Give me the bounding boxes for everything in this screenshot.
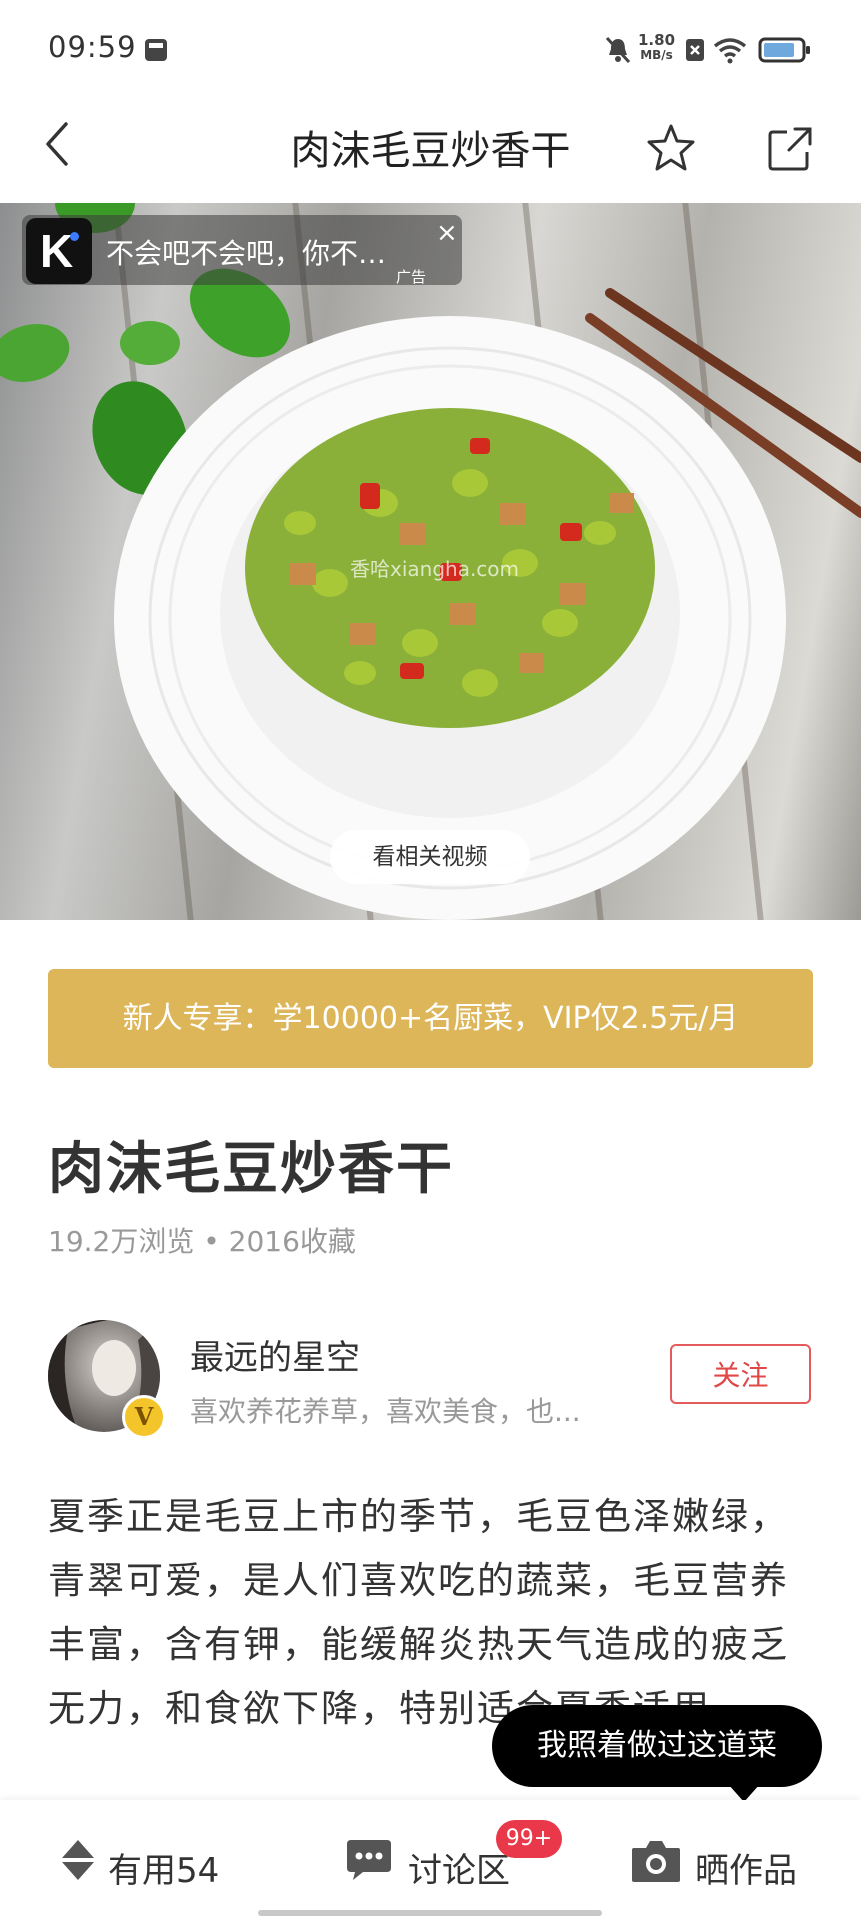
net-speed-unit: MB/s — [640, 48, 673, 62]
ad-text[interactable]: 不会吧不会吧，你不… — [106, 232, 386, 272]
recipe-stats: 19.2万浏览 • 2016收藏 — [48, 1225, 356, 1258]
made-it-tooltip[interactable]: 我照着做过这道菜 — [492, 1705, 822, 1787]
chevron-left-icon[interactable] — [38, 118, 78, 170]
showcase-button[interactable]: 晒作品 — [695, 1843, 797, 1892]
sim-card-icon — [145, 39, 167, 61]
ad-logo-dot — [70, 232, 79, 241]
ad-label: 广告 — [396, 268, 427, 286]
author-bio: 喜欢养花养草，喜欢美食，也... — [190, 1395, 581, 1428]
related-video-button[interactable]: 看相关视频 — [330, 830, 530, 884]
chat-bubble-icon[interactable] — [345, 1838, 393, 1882]
useful-button[interactable]: 有用54 — [108, 1843, 219, 1892]
discussion-count-badge: 99+ — [496, 1820, 562, 1858]
home-indicator[interactable] — [258, 1910, 602, 1916]
follow-button[interactable]: 关注 — [670, 1344, 811, 1404]
wifi-icon — [713, 38, 747, 64]
verified-badge: V — [122, 1395, 166, 1439]
no-sim-icon — [686, 39, 704, 61]
image-watermark: 香哈xiangha.com — [350, 557, 520, 581]
ad-close-icon[interactable]: × — [436, 218, 458, 248]
discussion-button[interactable]: 讨论区 — [408, 1843, 510, 1892]
vip-promo-banner[interactable]: 新人专享：学10000+名厨菜，VIP仅2.5元/月 — [48, 969, 813, 1068]
mute-bell-icon — [605, 36, 631, 64]
share-external-icon[interactable] — [765, 124, 815, 174]
status-bar: 09:59 1.80 MB/s — [0, 0, 861, 100]
battery-icon — [758, 37, 810, 63]
recipe-title: 肉沫毛豆炒香干 — [48, 1137, 454, 1202]
recipe-description: 夏季正是毛豆上市的季节，毛豆色泽嫩绿，青翠可爱，是人们喜欢吃的蔬菜，毛豆营养丰富… — [48, 1495, 789, 1730]
page-title: 肉沫毛豆炒香干 — [290, 128, 571, 174]
star-outline-icon[interactable] — [645, 122, 697, 174]
net-speed-value: 1.80 — [638, 31, 676, 49]
camera-icon[interactable] — [630, 1838, 682, 1884]
ad-logo-letter: K — [40, 225, 74, 277]
net-speed: 1.80 MB/s — [638, 33, 675, 63]
author-name[interactable]: 最远的星空 — [190, 1330, 360, 1379]
status-time: 09:59 — [48, 30, 137, 64]
ad-app-logo[interactable]: K — [26, 218, 92, 284]
vote-arrows-icon[interactable] — [60, 1838, 96, 1882]
